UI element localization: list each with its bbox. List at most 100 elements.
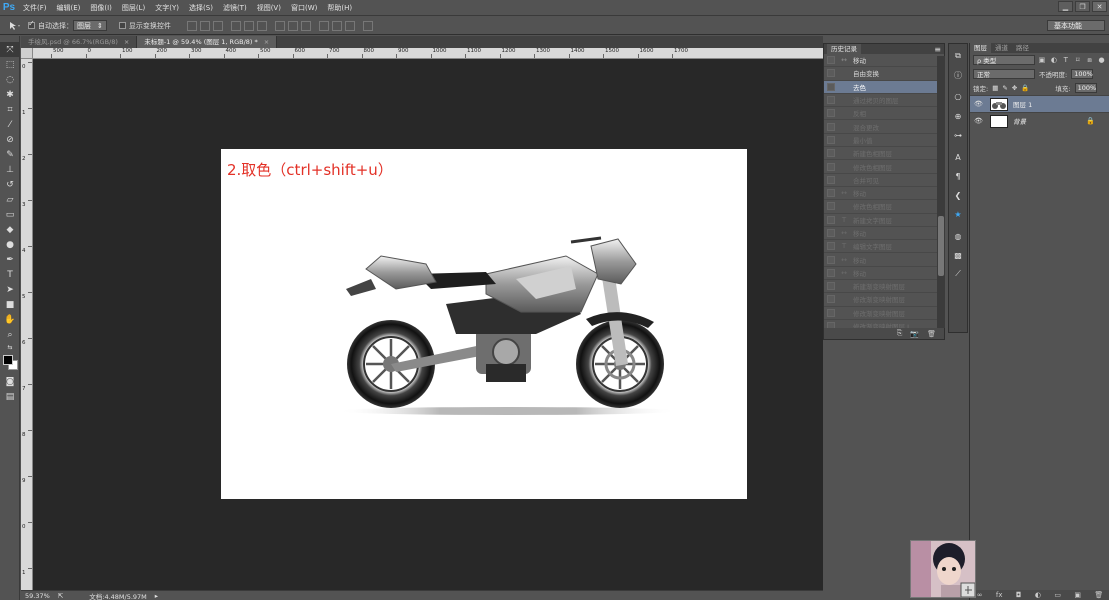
history-state-row[interactable]: 混合更改 (824, 120, 938, 134)
distribute-bottom-icon[interactable] (300, 20, 311, 31)
history-brush-source-checkbox[interactable] (827, 282, 835, 291)
history-state-row[interactable]: T 编辑文字图层 (824, 240, 938, 254)
history-state-row[interactable]: 修改渐变映射图层 (824, 307, 938, 320)
layer-row[interactable]: 👁 图层 1 (970, 95, 1109, 112)
distribute-right-icon[interactable] (344, 20, 355, 31)
filter-adjust-icon[interactable]: ◐ (1049, 56, 1058, 64)
history-brush-source-checkbox[interactable] (827, 82, 835, 91)
tab-hand-drawn[interactable]: 手绘风.psd @ 66.7%(RGB/8) × (21, 36, 138, 48)
adjustment-layer-icon[interactable]: ◐ (1035, 591, 1041, 599)
swap-colors[interactable]: ⇆ (0, 342, 20, 352)
history-scrollbar[interactable] (937, 56, 945, 328)
info-icon[interactable]: ⓘ (949, 67, 967, 83)
history-brush-source-checkbox[interactable] (827, 56, 835, 65)
menu-item-8[interactable]: 窗口(W) (286, 0, 322, 16)
auto-select-checkbox[interactable] (28, 19, 35, 29)
lasso-tool[interactable]: ◌ (0, 72, 20, 87)
menu-item-6[interactable]: 滤镜(T) (218, 0, 252, 16)
history-state-row[interactable]: 修改渐变映射图层 (824, 293, 938, 307)
show-transform-checkbox[interactable] (118, 22, 126, 29)
styles-star-icon[interactable]: ★ (949, 206, 967, 222)
history-dock-icon[interactable]: ⧉ (949, 48, 967, 64)
delete-layer-icon[interactable]: 🗑 (1094, 591, 1103, 599)
restore-button[interactable]: ❐ (1075, 1, 1090, 12)
type-tool[interactable]: T (0, 267, 20, 282)
ruler-origin[interactable] (21, 48, 33, 59)
history-state-row[interactable]: 修改色相图层 (824, 160, 938, 174)
tab-close-icon[interactable]: × (264, 38, 269, 46)
tab-layers-2[interactable]: 路径 (1012, 43, 1033, 53)
history-brush-source-checkbox[interactable] (827, 268, 835, 277)
canvas-area[interactable]: 2.取色（ctrl+shift+u） (33, 59, 823, 590)
shape-tool[interactable]: ■ (0, 297, 20, 312)
history-state-row[interactable]: 新建渐变映射图层 (824, 280, 938, 294)
hand-tool[interactable]: ✋ (0, 312, 20, 327)
vertical-ruler[interactable]: 0 1 2 3 4 5 6 7 8 9 0 1 (21, 48, 33, 590)
stamp-tool[interactable]: ⊥ (0, 162, 20, 177)
menu-item-7[interactable]: 视图(V) (252, 0, 286, 16)
tab-layers-1[interactable]: 通道 (991, 43, 1012, 53)
filter-type-icon[interactable]: T (1061, 56, 1070, 64)
add-mask-icon[interactable]: ◘ (1016, 591, 1022, 599)
blur-tool[interactable]: ◆ (0, 222, 20, 237)
menu-item-4[interactable]: 文字(Y) (150, 0, 184, 16)
tab-history[interactable]: 历史记录 (827, 44, 861, 54)
align-left-icon[interactable] (230, 20, 241, 31)
align-hcenter-icon[interactable] (243, 20, 254, 31)
filter-pixel-icon[interactable]: ▣ (1038, 56, 1047, 64)
history-brush-source-checkbox[interactable] (827, 255, 835, 264)
distribute-vcenter-icon[interactable] (287, 20, 298, 31)
scrollbar-thumb[interactable] (938, 216, 944, 276)
crop-tool[interactable]: ⌗ (0, 102, 20, 117)
history-brush-source-checkbox[interactable] (827, 189, 835, 198)
tab-untitled-1[interactable]: 未标题-1 @ 59.4% (图层 1, RGB/8) * × (137, 36, 278, 48)
character-icon[interactable]: A (949, 149, 967, 165)
paragraph-icon[interactable]: ¶ (949, 168, 967, 184)
history-state-row[interactable]: 修改色相图层 (824, 200, 938, 214)
brush-tool[interactable]: ✎ (0, 147, 20, 162)
document-canvas[interactable]: 2.取色（ctrl+shift+u） (221, 149, 747, 499)
auto-select-option[interactable]: 自动选择： 图层 ⇕ (28, 19, 107, 31)
panel-menu-icon[interactable]: ≡ (934, 45, 941, 54)
gradient-tool[interactable]: ▭ (0, 207, 20, 222)
back-arrow-icon[interactable]: ❮ (949, 187, 967, 203)
menu-item-2[interactable]: 图像(I) (85, 0, 117, 16)
opacity-input[interactable]: 100% (1071, 69, 1094, 79)
fill-input[interactable]: 100% (1074, 83, 1097, 93)
zoom-level[interactable]: 59.37% (25, 592, 50, 600)
navigator-icon[interactable]: ▩ (949, 247, 967, 263)
move-tool-icon[interactable] (8, 21, 22, 31)
history-brush-source-checkbox[interactable] (827, 109, 835, 118)
align-right-icon[interactable] (256, 20, 267, 31)
layer-row[interactable]: 👁 背景 🔒 (970, 112, 1109, 129)
new-layer-icon[interactable]: ▣ (1074, 591, 1081, 599)
dodge-tool[interactable]: ● (0, 237, 20, 252)
status-menu-arrow-icon[interactable]: ▸ (155, 592, 158, 600)
history-state-row[interactable]: 通过拷贝的图层 (824, 94, 938, 108)
history-brush-source-checkbox[interactable] (827, 242, 835, 251)
filter-shape-icon[interactable]: ⌑ (1073, 56, 1082, 64)
link-layers-icon[interactable]: ∞ (977, 591, 983, 599)
history-state-row[interactable]: 合并可见 (824, 174, 938, 187)
new-doc-from-state-icon[interactable]: ⎘ (897, 329, 903, 338)
trash-icon[interactable]: 🗑 (927, 330, 936, 338)
distribute-hcenter-icon[interactable] (331, 20, 342, 31)
eyedropper-tool[interactable]: ⁄ (0, 117, 20, 132)
export-icon[interactable]: ⇱ (58, 592, 63, 600)
history-brush-source-checkbox[interactable] (827, 135, 835, 144)
history-brush-source-checkbox[interactable] (827, 96, 835, 105)
history-brush-source-checkbox[interactable] (827, 229, 835, 237)
history-state-row[interactable]: ↔ 移动 (824, 253, 938, 267)
history-brush-source-checkbox[interactable] (827, 295, 835, 304)
history-brush-source-checkbox[interactable] (827, 202, 835, 211)
tab-close-icon[interactable]: × (124, 38, 129, 46)
workspace-switcher[interactable]: 基本功能 (1047, 20, 1105, 31)
align-bottom-icon[interactable] (212, 20, 223, 31)
history-state-row[interactable]: 新建色相图层 (824, 147, 938, 161)
history-state-row[interactable]: 自由变换 (824, 67, 938, 81)
lock-transparent-icon[interactable]: ▦ (992, 84, 998, 92)
quick-mask-button[interactable]: ◙ (0, 374, 20, 389)
layer-filter-dropdown[interactable]: ρ 类型 (973, 55, 1035, 65)
visibility-eye-icon[interactable]: 👁 (974, 100, 984, 108)
history-state-row[interactable]: ↔ 移动 (824, 267, 938, 281)
